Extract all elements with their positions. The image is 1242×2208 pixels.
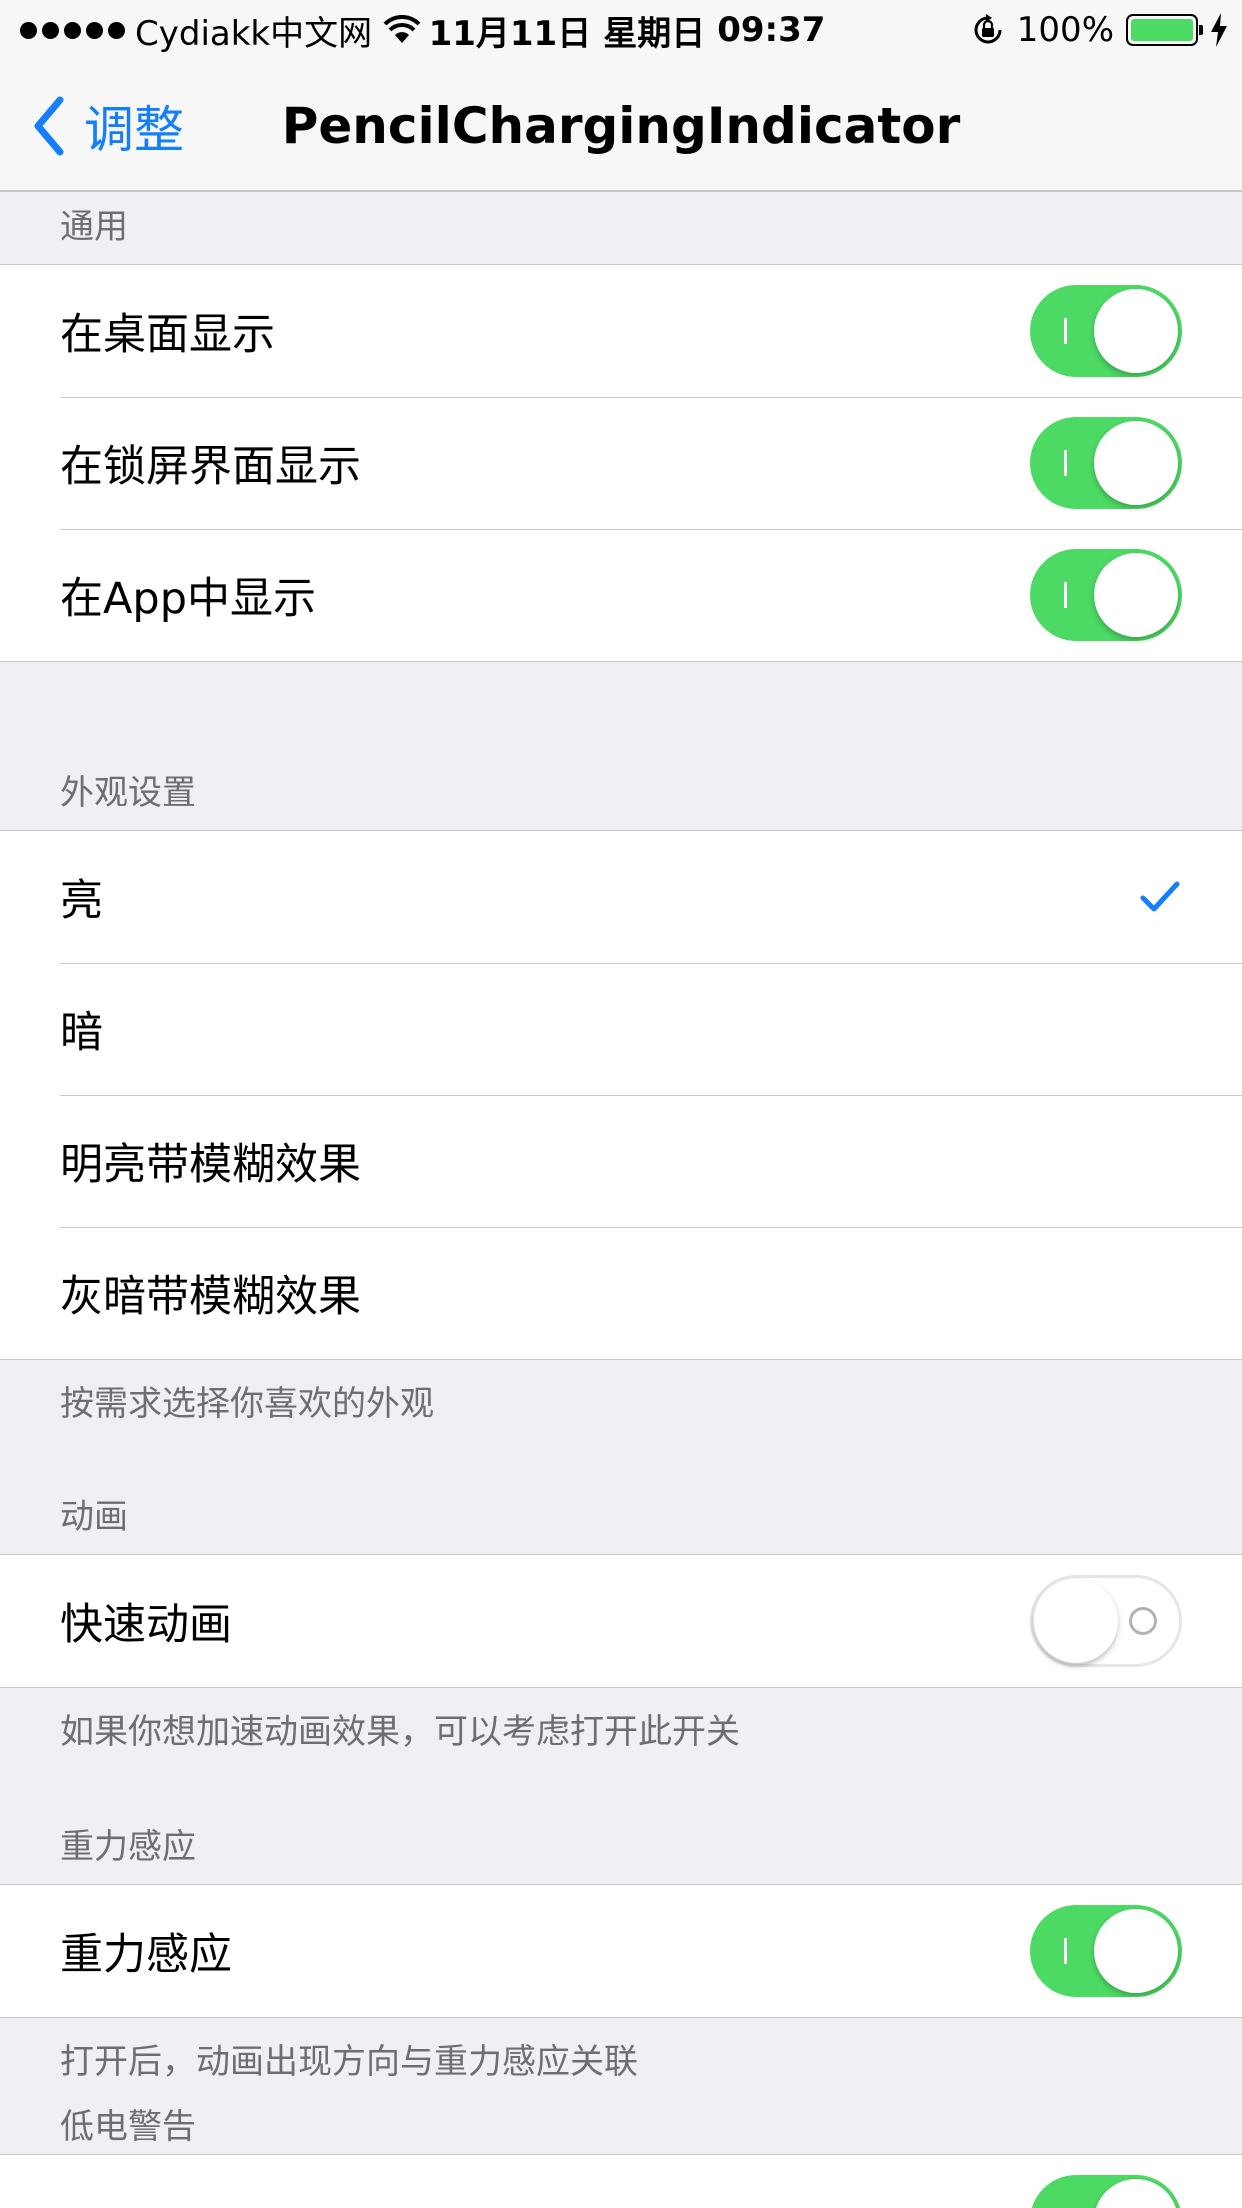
signal-dots-icon [20,21,125,39]
cell-label: 在桌面显示 [60,310,275,360]
cell-label: 快速动画 [60,1600,232,1650]
group-general: 在桌面显示 在锁屏界面显示 在App中显示 [0,264,1242,662]
section-footer-appearance: 按需求选择你喜欢的外观 [60,1383,434,1424]
option-label: 亮 [60,876,103,926]
screen: Cydiakk中文网 11月11日 星期日 09:37 100% 调整 Penc… [0,0,1242,2208]
toggle-gravity-sensing[interactable] [1030,1905,1182,1997]
option-dark-blur[interactable]: 灰暗带模糊效果 [0,1227,1242,1359]
option-label: 明亮带模糊效果 [60,1140,361,1190]
status-right: 100% [971,0,1228,60]
status-time: 09:37 [717,10,826,50]
settings-content: 通用 在桌面显示 在锁屏界面显示 在App中显示 外观设置 亮 暗 明亮带模糊效… [0,192,1242,2208]
checkmark-icon [1140,881,1180,912]
group-low-battery [0,2154,1242,2208]
charging-bolt-icon [1211,13,1227,47]
cell-label: 在App中显示 [60,574,317,624]
cell-fast-animation: 快速动画 [0,1555,1242,1687]
option-dark[interactable]: 暗 [0,963,1242,1095]
option-label: 暗 [60,1008,103,1058]
status-date: 11月11日 [428,13,592,54]
cell-low-battery [0,2155,1242,2208]
section-footer-animation: 如果你想加速动画效果，可以考虑打开此开关 [60,1711,740,1752]
option-light-blur[interactable]: 明亮带模糊效果 [0,1095,1242,1227]
group-gravity: 重力感应 [0,1884,1242,2018]
battery-icon [1126,14,1203,46]
carrier-name: Cydiakk中文网 [135,13,373,54]
page-title: PencilChargingIndicator [281,97,961,155]
cell-gravity-sensing: 重力感应 [0,1885,1242,2017]
rotation-lock-icon [974,14,1002,44]
toggle-low-battery[interactable] [1030,2175,1182,2208]
cell-show-on-desktop: 在桌面显示 [0,265,1242,397]
toggle-show-on-desktop[interactable] [1030,285,1182,377]
option-label: 灰暗带模糊效果 [60,1272,361,1322]
section-header-general: 通用 [60,207,128,247]
status-left: Cydiakk中文网 [20,0,422,60]
cell-show-on-lockscreen: 在锁屏界面显示 [0,397,1242,529]
toggle-fast-animation[interactable] [1030,1575,1182,1667]
section-footer-gravity: 打开后，动画出现方向与重力感应关联 [60,2041,638,2082]
navigation-bar: 调整 PencilChargingIndicator [0,60,1242,192]
status-weekday: 星期日 [603,13,706,54]
section-header-animation: 动画 [60,1497,128,1537]
toggle-show-in-app[interactable] [1030,549,1182,641]
cell-label: 重力感应 [60,1930,232,1980]
section-header-appearance: 外观设置 [60,773,196,813]
section-header-gravity: 重力感应 [60,1827,196,1867]
group-animation: 快速动画 [0,1554,1242,1688]
status-bar: Cydiakk中文网 11月11日 星期日 09:37 100% [0,0,1242,60]
section-header-low-battery: 低电警告 [60,2107,196,2147]
battery-percent: 100% [1016,10,1114,50]
cell-show-in-app: 在App中显示 [0,529,1242,661]
group-appearance: 亮 暗 明亮带模糊效果 灰暗带模糊效果 [0,830,1242,1360]
toggle-show-on-lockscreen[interactable] [1030,417,1182,509]
cell-label: 在锁屏界面显示 [60,442,361,492]
option-light[interactable]: 亮 [0,831,1242,963]
wifi-icon [383,15,421,43]
